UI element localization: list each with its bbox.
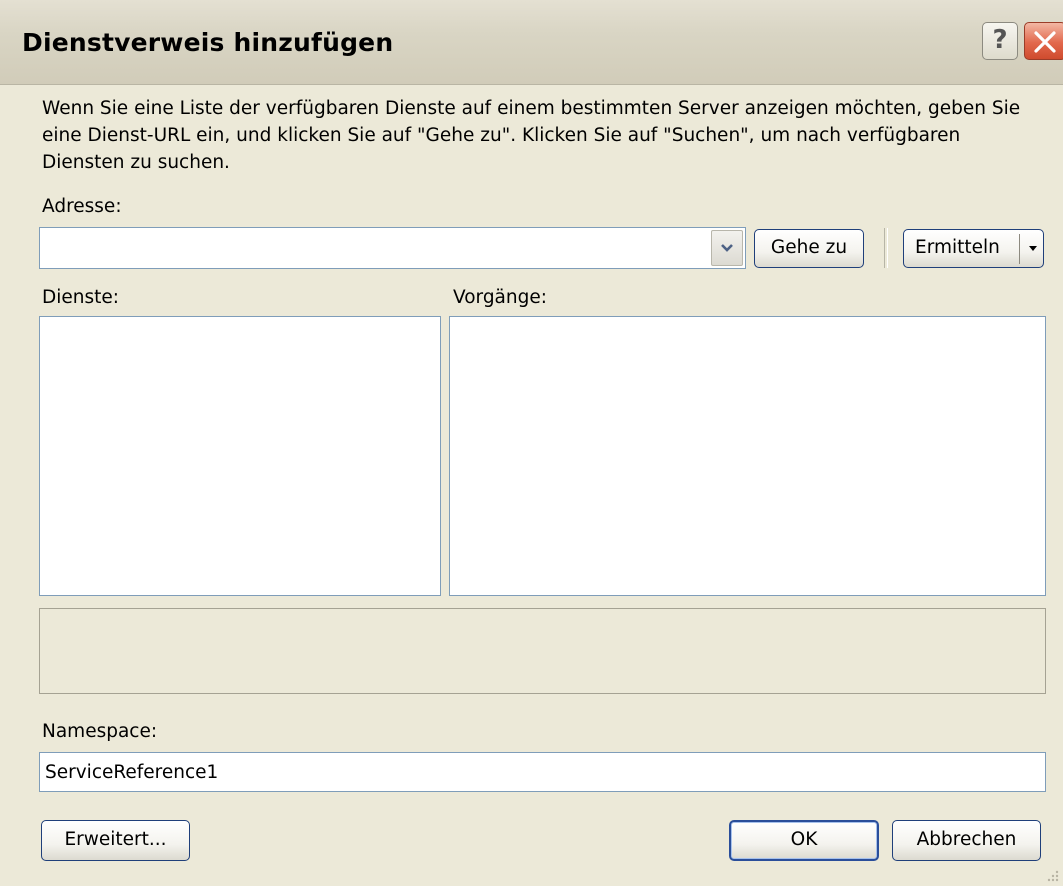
window-title: Dienstverweis hinzufügen — [22, 28, 394, 57]
services-label: Dienste: — [42, 287, 119, 308]
address-dropdown-button[interactable] — [711, 230, 743, 266]
cancel-button[interactable]: Abbrechen — [892, 820, 1041, 861]
description-text: Wenn Sie eine Liste der verfügbaren Dien… — [42, 98, 1021, 173]
question-mark-icon: ? — [992, 25, 1008, 55]
close-icon — [1034, 31, 1056, 53]
ok-button-label: OK — [790, 829, 818, 850]
namespace-input[interactable] — [43, 756, 1037, 788]
add-service-reference-dialog: Dienstverweis hinzufügen ? Wenn Sie eine… — [0, 0, 1063, 886]
toolbar-separator — [884, 228, 888, 268]
go-button-label: Gehe zu — [770, 237, 848, 258]
namespace-label: Namespace: — [42, 721, 158, 742]
services-tree[interactable] — [39, 316, 441, 596]
help-button[interactable]: ? — [982, 22, 1018, 60]
cancel-button-label: Abbrechen — [916, 829, 1017, 850]
resize-grip-icon[interactable] — [1045, 868, 1059, 882]
close-button[interactable] — [1024, 22, 1063, 60]
chevron-down-icon — [721, 244, 733, 252]
split-button-divider — [1019, 234, 1020, 264]
operations-list[interactable] — [449, 316, 1046, 596]
address-label: Adresse: — [42, 196, 122, 217]
discover-button-label: Ermitteln — [915, 237, 1000, 258]
discover-split-button[interactable]: Ermitteln — [903, 229, 1044, 268]
dropdown-arrow-icon[interactable] — [1028, 246, 1038, 252]
title-bar[interactable]: Dienstverweis hinzufügen ? — [0, 0, 1063, 85]
ok-button[interactable]: OK — [729, 820, 879, 861]
address-input[interactable] — [44, 232, 698, 264]
address-combobox[interactable] — [39, 227, 746, 269]
namespace-field[interactable] — [39, 752, 1046, 792]
advanced-button[interactable]: Erweitert... — [41, 820, 190, 861]
advanced-button-label: Erweitert... — [64, 829, 167, 850]
go-button[interactable]: Gehe zu — [754, 229, 864, 268]
status-panel — [39, 608, 1046, 694]
operations-label: Vorgänge: — [453, 287, 547, 308]
